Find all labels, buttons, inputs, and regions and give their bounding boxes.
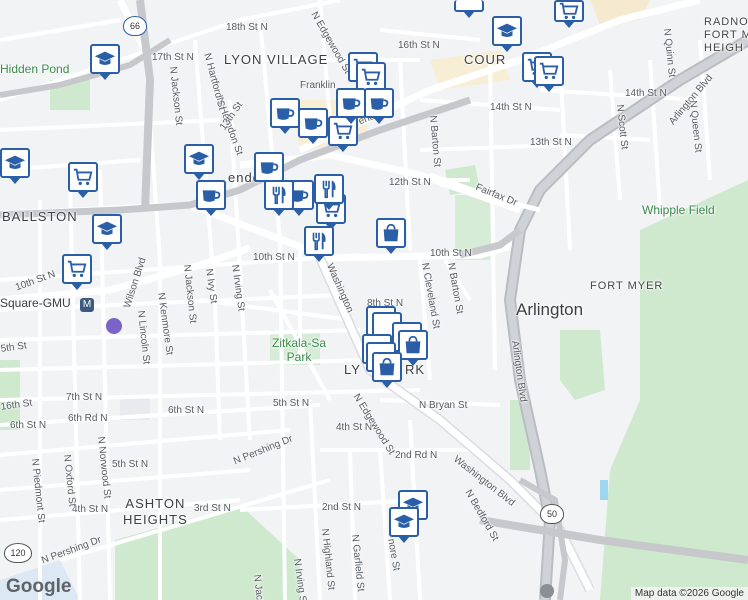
school-marker[interactable]	[492, 16, 522, 52]
school-marker[interactable]	[184, 144, 214, 180]
label-arlington: Arlington	[516, 300, 584, 319]
grocery-marker[interactable]	[534, 56, 564, 92]
store-marker[interactable]	[372, 352, 402, 388]
graduation-cap-icon	[188, 151, 210, 165]
grocery-marker[interactable]	[62, 254, 92, 290]
label-14th-st: 14th St N	[490, 102, 532, 113]
label-13th-st: 13th St N	[530, 137, 572, 148]
graduation-cap-icon	[94, 51, 116, 65]
label-zitkala-sa-park: Zitkala-Sa Park	[272, 336, 327, 364]
fork-knife-icon	[272, 186, 286, 205]
fork-knife-icon	[322, 180, 336, 199]
school-marker[interactable]	[0, 148, 30, 184]
label-ashton-heights: ASHTON HEIGHTS	[123, 496, 188, 527]
label-metro-station: Square-GMU	[0, 296, 71, 310]
highway-shield-i66: 66	[123, 16, 147, 36]
label-5th-st-w: 5th St N	[112, 459, 149, 470]
label-7th-st: 7th St N	[66, 392, 103, 403]
poi-icon[interactable]	[540, 584, 554, 598]
shopping-bag-icon	[383, 223, 399, 242]
highway-shield-va120: 120	[4, 543, 32, 563]
restaurant-marker[interactable]	[304, 226, 334, 262]
grocery-marker[interactable]	[554, 0, 584, 28]
label-2nd-st: 2nd St N	[322, 502, 361, 513]
shopping-bag-icon	[379, 357, 395, 376]
label-18th-st: 18th St N	[226, 22, 268, 33]
label-whipple-field: Whipple Field	[642, 203, 715, 217]
label-3rd-st: 3rd St N	[194, 503, 231, 514]
school-marker[interactable]	[92, 214, 122, 250]
graduation-cap-icon	[4, 155, 26, 169]
label-courthouse: COUR	[464, 52, 507, 67]
coffee-cup-icon	[370, 98, 389, 110]
cafe-marker[interactable]	[196, 180, 226, 216]
label-franklin: Franklin	[300, 80, 336, 91]
label-radnor-fort-myer-heights: RADNOR FORT M HEIGH	[704, 16, 748, 54]
shopping-bag-icon	[405, 335, 421, 354]
graduation-cap-icon	[393, 514, 415, 528]
map-attribution[interactable]: Map data ©2026 Google	[630, 587, 748, 600]
shopping-cart-icon	[67, 260, 87, 278]
label-14th-st-e: 14th St N	[625, 88, 667, 99]
cafe-marker[interactable]	[336, 88, 366, 124]
coffee-cup-icon	[202, 190, 221, 202]
shopping-cart-icon	[559, 2, 579, 20]
label-hidden-pond: Hidden Pond	[0, 62, 70, 76]
label-6th-rd: 6th Rd N	[68, 413, 108, 424]
label-17th-st: 17th St N	[152, 52, 194, 63]
highway-shield-us50: 50	[540, 504, 564, 524]
label-10th-st-w: 10th St N	[253, 252, 295, 263]
coffee-cup-icon	[276, 108, 295, 120]
coffee-cup-icon	[260, 162, 279, 174]
metro-station-icon[interactable]: M	[80, 298, 94, 312]
grocery-marker[interactable]	[454, 0, 484, 18]
label-6th-st-w: 6th St N	[10, 420, 47, 431]
label-bryan-st: N Bryan St	[419, 400, 468, 411]
label-12th-st: 12th St N	[389, 177, 431, 188]
shopping-cart-icon	[361, 68, 381, 86]
google-logo: Google	[6, 576, 72, 597]
label-5th-st: 5th St N	[273, 398, 310, 409]
map-canvas[interactable]: M 66 50 120 LYON VILLAGE BALLSTON ASHTON…	[0, 0, 748, 600]
shopping-cart-icon	[73, 168, 93, 186]
label-16th-st: 16th St N	[398, 40, 440, 51]
store-marker[interactable]	[376, 218, 406, 254]
label-10th-st: 10th St N	[430, 248, 472, 259]
grocery-marker[interactable]	[68, 162, 98, 198]
restaurant-marker[interactable]	[264, 180, 294, 216]
cafe-marker[interactable]	[270, 98, 300, 134]
cafe-marker[interactable]	[254, 152, 284, 188]
label-ballston: BALLSTON	[2, 209, 78, 224]
graduation-cap-icon	[496, 23, 518, 37]
fork-knife-icon	[312, 232, 326, 251]
school-marker[interactable]	[389, 507, 419, 543]
label-lyon-village: LYON VILLAGE	[224, 52, 329, 67]
school-marker[interactable]	[90, 44, 120, 80]
restaurant-marker[interactable]	[314, 174, 344, 210]
coffee-cup-icon	[342, 98, 361, 110]
label-fort-myer: FORT MYER	[590, 280, 664, 292]
shopping-cart-icon	[539, 62, 559, 80]
museum-icon[interactable]	[106, 318, 122, 334]
graduation-cap-icon	[96, 221, 118, 235]
cafe-marker[interactable]	[364, 88, 394, 124]
label-6th-st: 6th St N	[168, 405, 205, 416]
label-lyon-park: LY	[344, 362, 361, 377]
cafe-marker[interactable]	[298, 108, 328, 144]
coffee-cup-icon	[304, 118, 323, 130]
store-marker[interactable]	[398, 330, 428, 366]
label-2nd-rd: 2nd Rd N	[395, 450, 438, 461]
